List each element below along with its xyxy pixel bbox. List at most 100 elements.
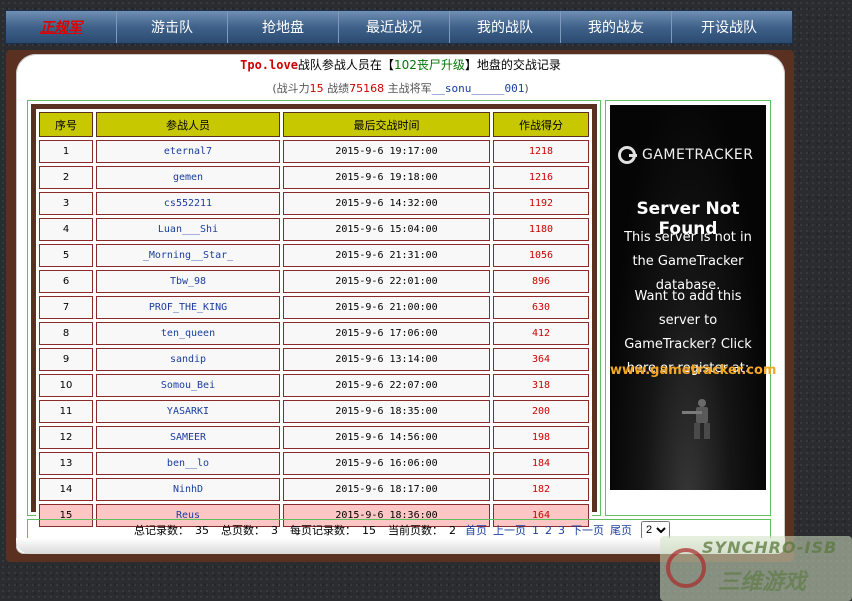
row-player-link[interactable]: gemen	[96, 166, 280, 189]
nav-item-6[interactable]: 开设战队	[672, 11, 786, 43]
table-row: 8 ten_queen 2015-9-6 17:06:00 412	[39, 322, 589, 345]
row-player-link[interactable]: cs552211	[96, 192, 280, 215]
row-time: 2015-9-6 14:56:00	[283, 426, 490, 449]
first-page-link[interactable]: 首页	[465, 522, 487, 538]
site-watermark: SYNCHRO-ISB 三维游戏	[660, 536, 852, 601]
row-index: 11	[39, 400, 93, 423]
row-index: 6	[39, 270, 93, 293]
current-page: 2	[449, 524, 456, 537]
next-page-link[interactable]: 下一页	[571, 522, 604, 538]
row-time: 2015-9-6 19:17:00	[283, 140, 490, 163]
row-score: 198	[493, 426, 589, 449]
table-header-row: 序号 参战人员 最后交战时间 作战得分	[39, 112, 589, 137]
row-score: 630	[493, 296, 589, 319]
total-pages: 3	[271, 524, 278, 537]
row-score: 1180	[493, 218, 589, 241]
row-score: 364	[493, 348, 589, 371]
row-index: 12	[39, 426, 93, 449]
row-player-link[interactable]: YASARKI	[96, 400, 280, 423]
row-score: 412	[493, 322, 589, 345]
row-index: 2	[39, 166, 93, 189]
page-title: Tpo.love战队参战人员在【102丧尸升级】地盘的交战记录	[240, 58, 561, 72]
team-general[interactable]: __sonu_____001	[432, 82, 525, 95]
gametracker-logo-icon	[618, 146, 637, 164]
map-name[interactable]: 102丧尸升级	[394, 58, 465, 72]
row-player-link[interactable]: _Morning__Star_	[96, 244, 280, 267]
nav-item-2[interactable]: 抢地盘	[228, 11, 339, 43]
table-row: 1 eternal7 2015-9-6 19:17:00 1218	[39, 140, 589, 163]
row-player-link[interactable]: ten_queen	[96, 322, 280, 345]
page-link-3[interactable]: 3	[558, 524, 565, 537]
table-row: 3 cs552211 2015-9-6 14:32:00 1192	[39, 192, 589, 215]
row-score: 1218	[493, 140, 589, 163]
row-index: 3	[39, 192, 93, 215]
watermark-logo-icon	[666, 548, 706, 588]
row-score: 1056	[493, 244, 589, 267]
row-score: 1216	[493, 166, 589, 189]
row-time: 2015-9-6 17:06:00	[283, 322, 490, 345]
gametracker-ad[interactable]: GAMETRACKER Server Not Found This server…	[605, 100, 776, 516]
prev-page-link[interactable]: 上一页	[493, 522, 526, 538]
table-row: 11 YASARKI 2015-9-6 18:35:00 200	[39, 400, 589, 423]
table-row: 5 _Morning__Star_ 2015-9-6 21:31:00 1056	[39, 244, 589, 267]
team-power: 15	[309, 82, 324, 95]
nav-item-3[interactable]: 最近战况	[339, 11, 450, 43]
row-time: 2015-9-6 22:07:00	[283, 374, 490, 397]
col-header-index: 序号	[39, 112, 93, 137]
nav-item-1[interactable]: 游击队	[117, 11, 228, 43]
nav-item-5[interactable]: 我的战友	[561, 11, 672, 43]
panel-content: Tpo.love战队参战人员在【102丧尸升级】地盘的交战记录 (战斗力15 战…	[16, 54, 785, 554]
records-table-wrap: 序号 参战人员 最后交战时间 作战得分 1 eternal7 2015-9-6 19…	[31, 104, 597, 530]
row-player-link[interactable]: Somou_Bei	[96, 374, 280, 397]
table-row: 10 Somou_Bei 2015-9-6 22:07:00 318	[39, 374, 589, 397]
table-row: 12 SAMEER 2015-9-6 14:56:00 198	[39, 426, 589, 449]
col-header-player: 参战人员	[96, 112, 280, 137]
row-player-link[interactable]: SAMEER	[96, 426, 280, 449]
nav-item-0[interactable]: 正规军	[6, 11, 117, 43]
table-row: 4 Luan___Shi 2015-9-6 15:04:00 1180	[39, 218, 589, 241]
row-time: 2015-9-6 13:14:00	[283, 348, 490, 371]
row-player-link[interactable]: eternal7	[96, 140, 280, 163]
row-index: 7	[39, 296, 93, 319]
table-row: 6 Tbw_98 2015-9-6 22:01:00 896	[39, 270, 589, 293]
row-player-link[interactable]: NinhD	[96, 478, 280, 501]
table-row: 9 sandip 2015-9-6 13:14:00 364	[39, 348, 589, 371]
ad-banner[interactable]: GAMETRACKER Server Not Found This server…	[610, 105, 776, 490]
row-score: 318	[493, 374, 589, 397]
row-index: 4	[39, 218, 93, 241]
last-page-link[interactable]: 尾页	[610, 522, 632, 538]
row-time: 2015-9-6 15:04:00	[283, 218, 490, 241]
row-index: 1	[39, 140, 93, 163]
col-header-score: 作战得分	[493, 112, 589, 137]
table-row: 2 gemen 2015-9-6 19:18:00 1216	[39, 166, 589, 189]
total-records: 35	[195, 524, 209, 537]
nav-item-4[interactable]: 我的战队	[450, 11, 561, 43]
row-index: 14	[39, 478, 93, 501]
row-score: 1192	[493, 192, 589, 215]
row-player-link[interactable]: sandip	[96, 348, 280, 371]
row-index: 5	[39, 244, 93, 267]
page-link-1[interactable]: 1	[532, 524, 539, 537]
page-link-2[interactable]: 2	[545, 524, 552, 537]
row-time: 2015-9-6 14:32:00	[283, 192, 490, 215]
records-table: 序号 参战人员 最后交战时间 作战得分 1 eternal7 2015-9-6 19…	[36, 109, 592, 530]
row-time: 2015-9-6 22:01:00	[283, 270, 490, 293]
row-time: 2015-9-6 18:17:00	[283, 478, 490, 501]
ad-url-link[interactable]: www.gametracker.com	[610, 363, 776, 378]
table-row: 13 ben__lo 2015-9-6 16:06:00 184	[39, 452, 589, 475]
row-index: 13	[39, 452, 93, 475]
row-score: 896	[493, 270, 589, 293]
row-player-link[interactable]: PROF_THE_KING	[96, 296, 280, 319]
top-nav: 正规军 游击队 抢地盘 最近战况 我的战队 我的战友 开设战队	[5, 10, 793, 44]
row-player-link[interactable]: Tbw_98	[96, 270, 280, 293]
records-body: 1 eternal7 2015-9-6 19:17:00 1218 2 gemen 2015…	[39, 140, 589, 527]
team-stats: (战斗力15 战绩75168 主战将军__sonu_____001)	[272, 82, 529, 95]
row-player-link[interactable]: ben__lo	[96, 452, 280, 475]
row-player-link[interactable]: Luan___Shi	[96, 218, 280, 241]
soldier-icon	[682, 399, 710, 439]
row-index: 9	[39, 348, 93, 371]
row-time: 2015-9-6 18:35:00	[283, 400, 490, 423]
main-panel: Tpo.love战队参战人员在【102丧尸升级】地盘的交战记录 (战斗力15 战…	[6, 50, 794, 562]
row-index: 10	[39, 374, 93, 397]
team-name[interactable]: Tpo.love	[240, 58, 298, 72]
